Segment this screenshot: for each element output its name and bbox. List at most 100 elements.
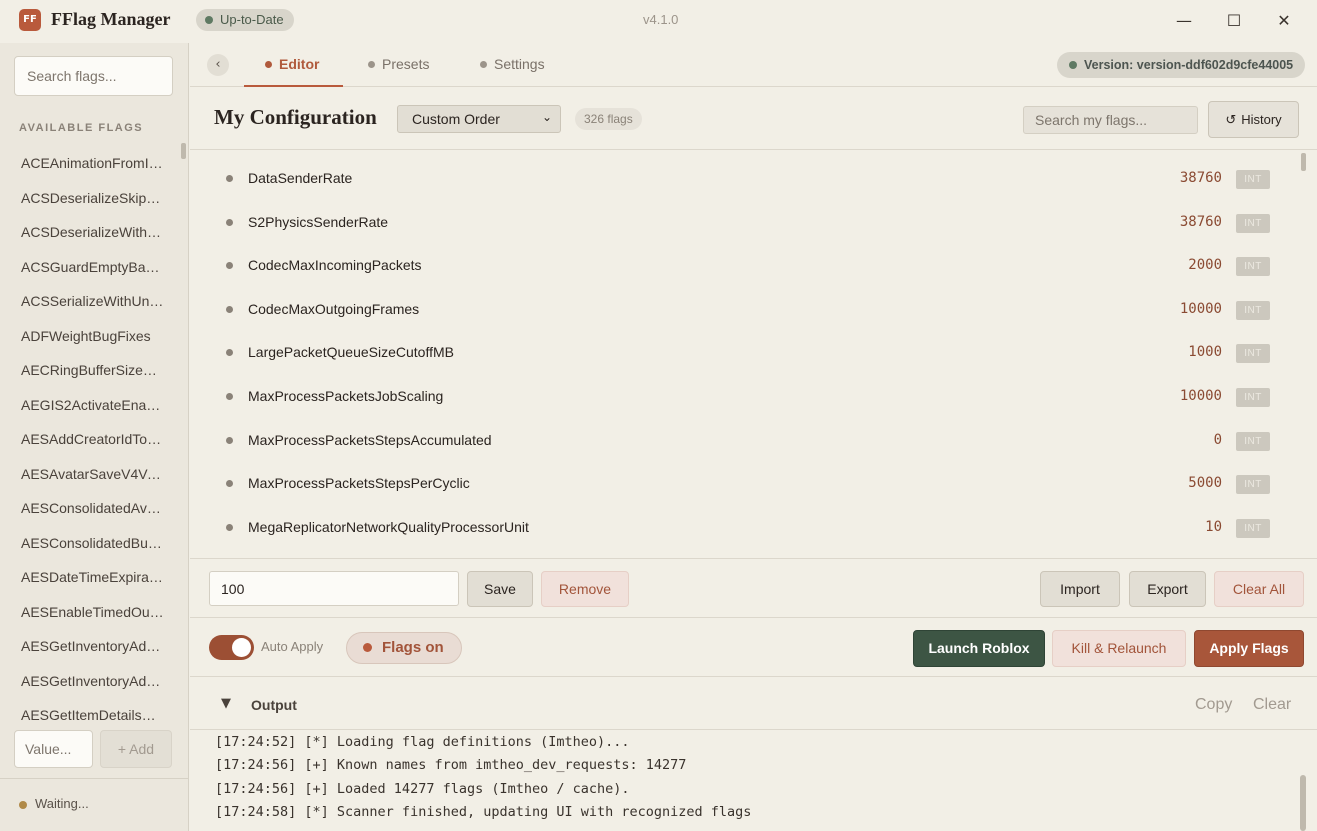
history-button[interactable]: ↺ History bbox=[1208, 101, 1299, 138]
flag-value: 1000 bbox=[1188, 344, 1222, 361]
import-button[interactable]: Import bbox=[1040, 571, 1120, 607]
flag-list-item[interactable]: AESConsolidatedAvatarApi bbox=[0, 491, 164, 526]
sidebar-scrollbar[interactable] bbox=[181, 143, 186, 159]
close-icon: ✕ bbox=[1277, 11, 1291, 30]
configured-flags-table: DataSenderRate 38760 INT S2PhysicsSender… bbox=[190, 151, 1317, 559]
launch-roblox-button[interactable]: Launch Roblox bbox=[913, 630, 1045, 667]
tab-settings[interactable]: Settings bbox=[480, 43, 545, 87]
flags-on-dot-icon bbox=[363, 643, 372, 652]
output-title: Output bbox=[251, 697, 297, 713]
tab-dot-icon bbox=[480, 61, 487, 68]
flag-type-badge: INT bbox=[1236, 344, 1270, 364]
table-row[interactable]: CodecMaxIncomingPackets 2000 INT bbox=[190, 238, 1290, 282]
flag-list-item[interactable]: ACSGuardEmptyBaseTypes bbox=[0, 250, 164, 285]
flag-name: MaxProcessPacketsJobScaling bbox=[248, 388, 444, 404]
clear-output-button[interactable]: Clear bbox=[1253, 696, 1291, 714]
remove-button[interactable]: Remove bbox=[541, 571, 629, 607]
output-header[interactable]: ▼ Output Copy Clear bbox=[190, 678, 1317, 730]
flag-type-badge: INT bbox=[1236, 518, 1270, 538]
auto-apply-toggle[interactable] bbox=[209, 635, 254, 660]
table-scrollbar[interactable] bbox=[1301, 153, 1306, 171]
tab-presets[interactable]: Presets bbox=[368, 43, 429, 87]
log-line: [17:24:52] [*] Loading flag definitions … bbox=[215, 734, 630, 750]
flag-list-item[interactable]: AESGetInventoryAdapterV2 bbox=[0, 664, 164, 699]
flag-search-input[interactable] bbox=[14, 56, 173, 96]
flag-list-item[interactable]: AESEnableTimedOutfits bbox=[0, 595, 164, 630]
apply-flags-button[interactable]: Apply Flags bbox=[1194, 630, 1304, 667]
app-version: v4.1.0 bbox=[643, 12, 679, 27]
row-bullet-icon bbox=[226, 523, 233, 531]
toggle-knob bbox=[232, 638, 251, 657]
table-row[interactable]: CodecMaxOutgoingFrames 10000 INT bbox=[190, 282, 1290, 326]
flag-list-item[interactable]: ACSDeserializeWithPayload bbox=[0, 215, 164, 250]
add-flag-button[interactable]: + Add bbox=[100, 730, 172, 768]
waiting-status-icon bbox=[19, 801, 27, 809]
triangle-down-icon[interactable]: ▼ bbox=[221, 696, 231, 711]
flag-value: 38760 bbox=[1179, 170, 1222, 186]
save-button[interactable]: Save bbox=[467, 571, 533, 607]
flag-name: S2PhysicsSenderRate bbox=[248, 213, 389, 230]
flag-count-badge: 326 flags bbox=[575, 108, 642, 130]
row-bullet-icon bbox=[226, 218, 233, 226]
minimize-button[interactable]: — bbox=[1170, 8, 1198, 34]
flag-list-item[interactable]: AESGetInventoryAdapter bbox=[0, 629, 164, 664]
maximize-button[interactable]: ☐ bbox=[1220, 8, 1248, 34]
flag-list-item[interactable]: AESAddCreatorIdToAssets bbox=[0, 422, 164, 457]
edit-toolbar: Save Remove Import Export Clear All bbox=[190, 560, 1317, 618]
table-row[interactable]: DataSenderRate 38760 INT bbox=[190, 151, 1290, 195]
table-row[interactable]: S2PhysicsSenderRate 38760 INT bbox=[190, 195, 1290, 239]
edit-value-input[interactable] bbox=[209, 571, 459, 606]
table-row[interactable]: LargePacketQueueSizeCutoffMB 1000 INT bbox=[190, 325, 1290, 369]
log-line: [17:24:56] [+] Loaded 14277 flags (Imthe… bbox=[215, 781, 630, 797]
flag-list-item[interactable]: AESAvatarSaveV4Version bbox=[0, 457, 164, 492]
sort-order-select[interactable]: Custom Order ⌄ bbox=[397, 105, 561, 133]
tab-editor[interactable]: Editor bbox=[265, 43, 319, 87]
available-flags-list[interactable]: ACEAnimationFromIdSupport ACSDeserialize… bbox=[0, 146, 176, 726]
kill-relaunch-button[interactable]: Kill & Relaunch bbox=[1052, 630, 1186, 667]
export-button[interactable]: Export bbox=[1129, 571, 1206, 607]
flag-list-item[interactable]: ACEAnimationFromIdSupport bbox=[0, 146, 164, 181]
flag-list-item[interactable]: AESGetItemDetailsBatch bbox=[0, 698, 164, 726]
clear-all-button[interactable]: Clear All bbox=[1214, 571, 1304, 607]
sort-order-value: Custom Order bbox=[412, 111, 500, 127]
row-bullet-icon bbox=[226, 436, 233, 444]
flags-on-label: Flags on bbox=[382, 639, 444, 656]
update-status-text: Up-to-Date bbox=[220, 12, 284, 27]
flag-type-badge: INT bbox=[1236, 257, 1270, 277]
flag-list-item[interactable]: ACSDeserializeSkipUnknown bbox=[0, 181, 164, 216]
flag-list-item[interactable]: AEGIS2ActivateEnabled bbox=[0, 388, 164, 423]
output-scrollbar[interactable] bbox=[1300, 775, 1306, 831]
table-row[interactable]: MaxProcessPacketsStepsPerCyclic 5000 INT bbox=[190, 456, 1290, 500]
output-log[interactable]: [17:24:52] [*] Loading flag definitions … bbox=[190, 731, 1317, 831]
version-status-icon bbox=[1069, 61, 1077, 69]
chevron-left-icon: ‹ bbox=[215, 57, 221, 72]
flag-name: MaxProcessPacketsStepsPerCyclic bbox=[248, 475, 470, 492]
flag-list-item[interactable]: AESDateTimeExpiration bbox=[0, 560, 164, 595]
flags-on-button[interactable]: Flags on bbox=[346, 632, 462, 664]
configuration-header: My Configuration Custom Order ⌄ 326 flag… bbox=[190, 88, 1317, 150]
flag-list-item[interactable]: ACSSerializeWithUnknown bbox=[0, 284, 164, 319]
title-bar: FF FFlag Manager Up-to-Date v4.1.0 — ☐ ✕ bbox=[0, 0, 1317, 42]
flag-list-item[interactable]: AECRingBufferSizeLimit bbox=[0, 353, 164, 388]
close-button[interactable]: ✕ bbox=[1270, 8, 1298, 34]
new-flag-value-input[interactable] bbox=[14, 730, 93, 768]
auto-apply-label: Auto Apply bbox=[261, 639, 324, 654]
app-title: FFlag Manager bbox=[51, 9, 171, 29]
flag-value: 10 bbox=[1205, 518, 1222, 535]
tab-dot-icon bbox=[368, 61, 375, 68]
flag-name: MegaReplicatorNetworkQualityProcessorUni… bbox=[248, 518, 529, 535]
table-row[interactable]: MaxProcessPacketsJobScaling 10000 INT bbox=[190, 369, 1290, 413]
row-bullet-icon bbox=[226, 349, 233, 357]
copy-output-button[interactable]: Copy bbox=[1195, 696, 1232, 714]
roblox-version-text: Version: version-ddf602d9cfe44005 bbox=[1084, 58, 1294, 72]
tab-label: Settings bbox=[494, 56, 545, 72]
flag-value: 10000 bbox=[1179, 388, 1222, 404]
flag-list-item[interactable]: ADFWeightBugFixes bbox=[0, 319, 164, 354]
table-row[interactable]: MaxProcessPacketsStepsAccumulated 0 INT bbox=[190, 413, 1290, 457]
flag-type-badge: INT bbox=[1236, 300, 1270, 320]
table-row[interactable]: MegaReplicatorNetworkQualityProcessorUni… bbox=[190, 500, 1290, 544]
flag-list-item[interactable]: AESConsolidatedBundles bbox=[0, 526, 164, 561]
search-my-flags-input[interactable] bbox=[1023, 106, 1198, 134]
collapse-sidebar-button[interactable]: ‹ bbox=[207, 54, 229, 76]
minimize-icon: — bbox=[1176, 11, 1192, 30]
